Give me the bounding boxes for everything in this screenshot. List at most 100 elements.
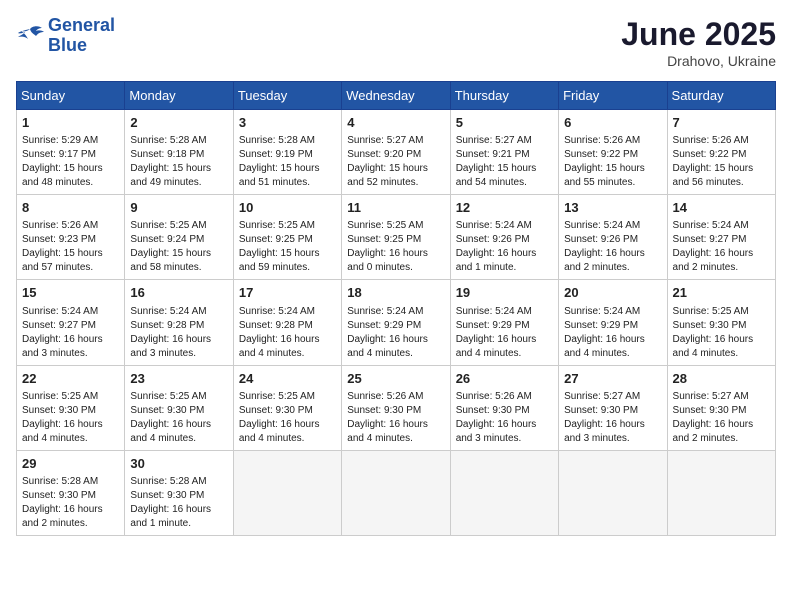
- day-info: Sunrise: 5:29 AM Sunset: 9:17 PM Dayligh…: [22, 134, 119, 190]
- day-number: 21: [673, 284, 770, 302]
- calendar-day-cell: 26 Sunrise: 5:26 AM Sunset: 9:30 PM Dayli…: [450, 365, 558, 450]
- day-info: Sunrise: 5:28 AM Sunset: 9:30 PM Dayligh…: [22, 475, 119, 531]
- day-number: 1: [22, 114, 119, 132]
- calendar-day-cell: [233, 450, 341, 535]
- day-info: Sunrise: 5:27 AM Sunset: 9:20 PM Dayligh…: [347, 134, 444, 190]
- calendar-day-cell: 29Sunrise: 5:28 AM Sunset: 9:30 PM Dayli…: [17, 450, 125, 535]
- day-number: 26: [456, 370, 553, 388]
- day-number: 16: [130, 284, 227, 302]
- day-info: Sunrise: 5:24 AM Sunset: 9:27 PM Dayligh…: [22, 305, 119, 361]
- day-info: Sunrise: 5:24 AM Sunset: 9:27 PM Dayligh…: [673, 219, 770, 275]
- day-info: Sunrise: 5:25 AM Sunset: 9:25 PM Dayligh…: [239, 219, 336, 275]
- calendar-week-row: 15Sunrise: 5:24 AM Sunset: 9:27 PM Dayli…: [17, 280, 776, 365]
- logo-icon: [16, 25, 44, 47]
- logo: General Blue: [16, 16, 115, 56]
- calendar-day-cell: 22Sunrise: 5:25 AM Sunset: 9:30 PM Dayli…: [17, 365, 125, 450]
- day-number: 30: [130, 455, 227, 473]
- day-info: Sunrise: 5:24 AM Sunset: 9:29 PM Dayligh…: [456, 305, 553, 361]
- day-info: Sunrise: 5:27 AM Sunset: 9:30 PM Dayligh…: [564, 390, 661, 446]
- calendar-day-cell: 9 Sunrise: 5:25 AM Sunset: 9:24 PM Daylig…: [125, 195, 233, 280]
- day-number: 10: [239, 199, 336, 217]
- calendar-week-row: 29Sunrise: 5:28 AM Sunset: 9:30 PM Dayli…: [17, 450, 776, 535]
- day-info: Sunrise: 5:28 AM Sunset: 9:30 PM Dayligh…: [130, 475, 227, 531]
- day-number: 12: [456, 199, 553, 217]
- calendar-day-cell: 7 Sunrise: 5:26 AM Sunset: 9:22 PM Daylig…: [667, 110, 775, 195]
- month-title: June 2025: [621, 16, 776, 53]
- day-info: Sunrise: 5:26 AM Sunset: 9:30 PM Dayligh…: [456, 390, 553, 446]
- calendar-day-cell: 27 Sunrise: 5:27 AM Sunset: 9:30 PM Dayli…: [559, 365, 667, 450]
- day-info: Sunrise: 5:24 AM Sunset: 9:28 PM Dayligh…: [130, 305, 227, 361]
- day-info: Sunrise: 5:25 AM Sunset: 9:24 PM Dayligh…: [130, 219, 227, 275]
- calendar-day-cell: [450, 450, 558, 535]
- calendar-day-cell: 18Sunrise: 5:24 AM Sunset: 9:29 PM Dayli…: [342, 280, 450, 365]
- day-info: Sunrise: 5:24 AM Sunset: 9:29 PM Dayligh…: [347, 305, 444, 361]
- calendar-day-cell: 25 Sunrise: 5:26 AM Sunset: 9:30 PM Dayli…: [342, 365, 450, 450]
- location: Drahovo, Ukraine: [621, 53, 776, 69]
- calendar-day-cell: 24 Sunrise: 5:25 AM Sunset: 9:30 PM Dayli…: [233, 365, 341, 450]
- page-header: General Blue June 2025 Drahovo, Ukraine: [16, 16, 776, 69]
- calendar-day-cell: [342, 450, 450, 535]
- day-info: Sunrise: 5:25 AM Sunset: 9:30 PM Dayligh…: [239, 390, 336, 446]
- day-info: Sunrise: 5:28 AM Sunset: 9:19 PM Dayligh…: [239, 134, 336, 190]
- day-number: 25: [347, 370, 444, 388]
- calendar-day-cell: 14 Sunrise: 5:24 AM Sunset: 9:27 PM Dayli…: [667, 195, 775, 280]
- day-info: Sunrise: 5:26 AM Sunset: 9:22 PM Dayligh…: [673, 134, 770, 190]
- calendar-day-cell: [559, 450, 667, 535]
- day-number: 2: [130, 114, 227, 132]
- calendar-day-cell: 5 Sunrise: 5:27 AM Sunset: 9:21 PM Daylig…: [450, 110, 558, 195]
- calendar-day-cell: 19 Sunrise: 5:24 AM Sunset: 9:29 PM Dayli…: [450, 280, 558, 365]
- day-info: Sunrise: 5:25 AM Sunset: 9:30 PM Dayligh…: [22, 390, 119, 446]
- day-number: 24: [239, 370, 336, 388]
- calendar-day-cell: 20 Sunrise: 5:24 AM Sunset: 9:29 PM Dayli…: [559, 280, 667, 365]
- calendar-day-cell: 13Sunrise: 5:24 AM Sunset: 9:26 PM Dayli…: [559, 195, 667, 280]
- calendar-day-cell: 21Sunrise: 5:25 AM Sunset: 9:30 PM Dayli…: [667, 280, 775, 365]
- calendar-day-cell: 23 Sunrise: 5:25 AM Sunset: 9:30 PM Dayli…: [125, 365, 233, 450]
- day-number: 9: [130, 199, 227, 217]
- day-number: 11: [347, 199, 444, 217]
- calendar-header-row: SundayMondayTuesdayWednesdayThursdayFrid…: [17, 82, 776, 110]
- day-number: 19: [456, 284, 553, 302]
- day-number: 28: [673, 370, 770, 388]
- calendar-day-cell: 16 Sunrise: 5:24 AM Sunset: 9:28 PM Dayli…: [125, 280, 233, 365]
- calendar-day-cell: 15Sunrise: 5:24 AM Sunset: 9:27 PM Dayli…: [17, 280, 125, 365]
- day-info: Sunrise: 5:26 AM Sunset: 9:30 PM Dayligh…: [347, 390, 444, 446]
- logo-text: General Blue: [48, 16, 115, 56]
- day-info: Sunrise: 5:27 AM Sunset: 9:21 PM Dayligh…: [456, 134, 553, 190]
- weekday-header: Sunday: [17, 82, 125, 110]
- day-number: 5: [456, 114, 553, 132]
- calendar-table: SundayMondayTuesdayWednesdayThursdayFrid…: [16, 81, 776, 536]
- day-info: Sunrise: 5:24 AM Sunset: 9:29 PM Dayligh…: [564, 305, 661, 361]
- day-info: Sunrise: 5:26 AM Sunset: 9:22 PM Dayligh…: [564, 134, 661, 190]
- day-number: 20: [564, 284, 661, 302]
- day-info: Sunrise: 5:27 AM Sunset: 9:30 PM Dayligh…: [673, 390, 770, 446]
- day-info: Sunrise: 5:24 AM Sunset: 9:26 PM Dayligh…: [456, 219, 553, 275]
- day-number: 23: [130, 370, 227, 388]
- weekday-header: Thursday: [450, 82, 558, 110]
- calendar-day-cell: 8Sunrise: 5:26 AM Sunset: 9:23 PM Daylig…: [17, 195, 125, 280]
- weekday-header: Wednesday: [342, 82, 450, 110]
- day-number: 8: [22, 199, 119, 217]
- day-number: 6: [564, 114, 661, 132]
- day-info: Sunrise: 5:25 AM Sunset: 9:30 PM Dayligh…: [130, 390, 227, 446]
- calendar-day-cell: 3Sunrise: 5:28 AM Sunset: 9:19 PM Daylig…: [233, 110, 341, 195]
- calendar-week-row: 1 Sunrise: 5:29 AM Sunset: 9:17 PM Daylig…: [17, 110, 776, 195]
- calendar-day-cell: 17Sunrise: 5:24 AM Sunset: 9:28 PM Dayli…: [233, 280, 341, 365]
- weekday-header: Tuesday: [233, 82, 341, 110]
- weekday-header: Friday: [559, 82, 667, 110]
- calendar-day-cell: [667, 450, 775, 535]
- day-info: Sunrise: 5:24 AM Sunset: 9:26 PM Dayligh…: [564, 219, 661, 275]
- calendar-day-cell: 10 Sunrise: 5:25 AM Sunset: 9:25 PM Dayli…: [233, 195, 341, 280]
- day-info: Sunrise: 5:24 AM Sunset: 9:28 PM Dayligh…: [239, 305, 336, 361]
- day-number: 4: [347, 114, 444, 132]
- calendar-day-cell: 30 Sunrise: 5:28 AM Sunset: 9:30 PM Dayli…: [125, 450, 233, 535]
- calendar-day-cell: 2Sunrise: 5:28 AM Sunset: 9:18 PM Daylig…: [125, 110, 233, 195]
- calendar-day-cell: 1 Sunrise: 5:29 AM Sunset: 9:17 PM Daylig…: [17, 110, 125, 195]
- day-number: 14: [673, 199, 770, 217]
- day-info: Sunrise: 5:25 AM Sunset: 9:25 PM Dayligh…: [347, 219, 444, 275]
- day-number: 27: [564, 370, 661, 388]
- calendar-day-cell: 4 Sunrise: 5:27 AM Sunset: 9:20 PM Daylig…: [342, 110, 450, 195]
- calendar-week-row: 8Sunrise: 5:26 AM Sunset: 9:23 PM Daylig…: [17, 195, 776, 280]
- day-number: 7: [673, 114, 770, 132]
- calendar-day-cell: 12 Sunrise: 5:24 AM Sunset: 9:26 PM Dayli…: [450, 195, 558, 280]
- weekday-header: Monday: [125, 82, 233, 110]
